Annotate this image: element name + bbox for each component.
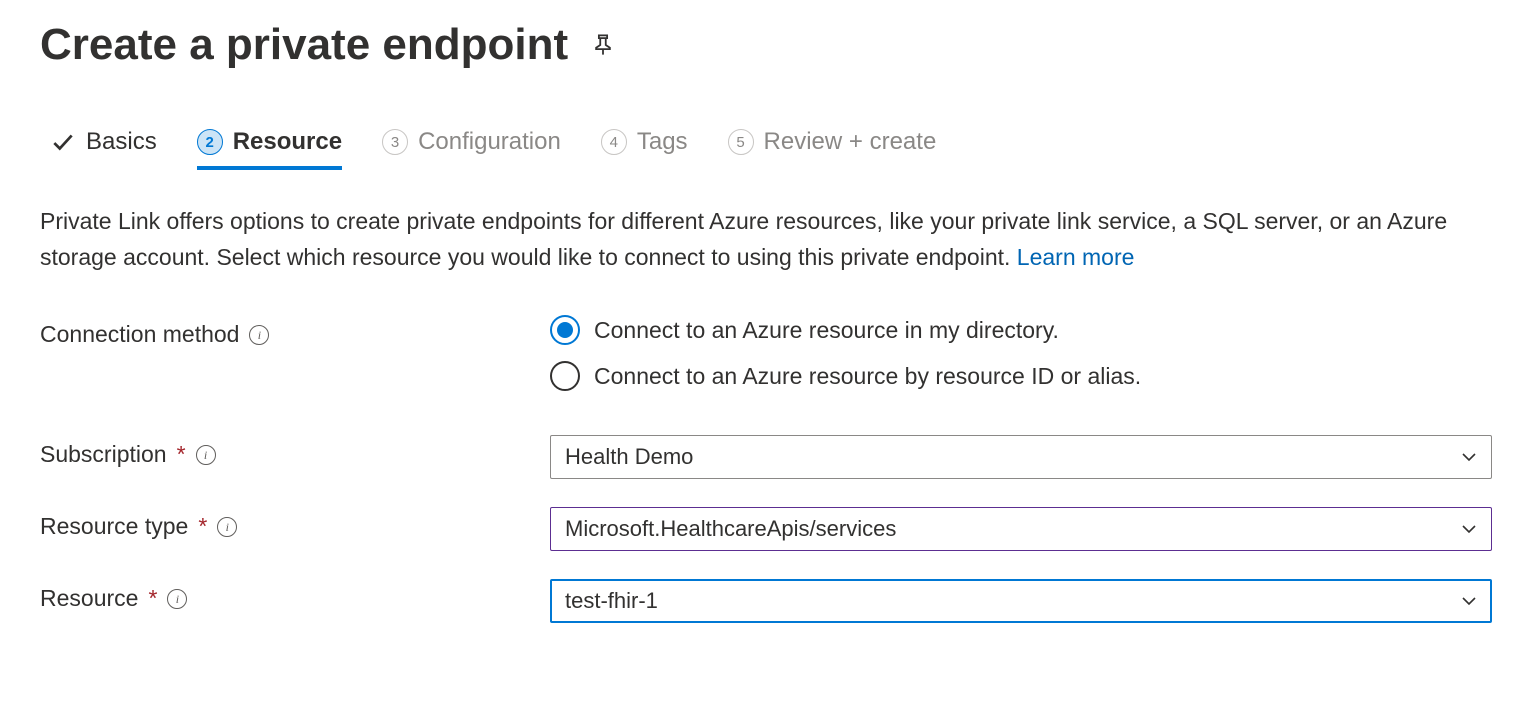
info-icon[interactable]: i xyxy=(217,517,237,537)
radio-icon xyxy=(550,361,580,391)
tab-label: Tags xyxy=(637,128,688,156)
required-indicator: * xyxy=(177,441,186,468)
tab-configuration[interactable]: 3 Configuration xyxy=(382,120,561,164)
wizard-tabs: Basics 2 Resource 3 Configuration 4 Tags… xyxy=(40,120,1492,164)
resource-select[interactable]: test-fhir-1 xyxy=(550,579,1492,623)
subscription-label: Subscription xyxy=(40,441,167,468)
radio-connect-resource-id[interactable]: Connect to an Azure resource by resource… xyxy=(550,361,1492,391)
tab-resource[interactable]: 2 Resource xyxy=(197,120,342,164)
tab-label: Review + create xyxy=(764,128,937,156)
tab-number: 3 xyxy=(382,129,408,155)
radio-connect-directory[interactable]: Connect to an Azure resource in my direc… xyxy=(550,315,1492,345)
tab-label: Resource xyxy=(233,128,342,156)
select-value: test-fhir-1 xyxy=(565,588,658,614)
page-title: Create a private endpoint xyxy=(40,20,568,70)
tab-label: Basics xyxy=(86,128,157,156)
tab-review-create[interactable]: 5 Review + create xyxy=(728,120,937,164)
tab-number: 5 xyxy=(728,129,754,155)
select-value: Health Demo xyxy=(565,444,693,470)
radio-icon xyxy=(550,315,580,345)
check-icon xyxy=(50,129,76,155)
info-icon[interactable]: i xyxy=(249,325,269,345)
resource-type-label: Resource type xyxy=(40,513,188,540)
required-indicator: * xyxy=(148,585,157,612)
resource-type-select[interactable]: Microsoft.HealthcareApis/services xyxy=(550,507,1492,551)
select-value: Microsoft.HealthcareApis/services xyxy=(565,516,896,542)
info-icon[interactable]: i xyxy=(196,445,216,465)
pin-icon[interactable] xyxy=(592,34,614,56)
description-text: Private Link offers options to create pr… xyxy=(40,208,1447,270)
chevron-down-icon xyxy=(1461,593,1477,609)
required-indicator: * xyxy=(198,513,207,540)
learn-more-link[interactable]: Learn more xyxy=(1017,244,1135,270)
resource-label: Resource xyxy=(40,585,138,612)
chevron-down-icon xyxy=(1461,449,1477,465)
connection-method-radio-group: Connect to an Azure resource in my direc… xyxy=(550,315,1492,391)
tab-basics[interactable]: Basics xyxy=(50,120,157,164)
info-icon[interactable]: i xyxy=(167,589,187,609)
tab-description: Private Link offers options to create pr… xyxy=(40,204,1480,275)
chevron-down-icon xyxy=(1461,521,1477,537)
tab-number: 4 xyxy=(601,129,627,155)
tab-label: Configuration xyxy=(418,128,561,156)
connection-method-label: Connection method xyxy=(40,321,239,348)
radio-label: Connect to an Azure resource by resource… xyxy=(594,363,1141,390)
subscription-select[interactable]: Health Demo xyxy=(550,435,1492,479)
tab-number: 2 xyxy=(197,129,223,155)
tab-tags[interactable]: 4 Tags xyxy=(601,120,688,164)
radio-label: Connect to an Azure resource in my direc… xyxy=(594,317,1059,344)
